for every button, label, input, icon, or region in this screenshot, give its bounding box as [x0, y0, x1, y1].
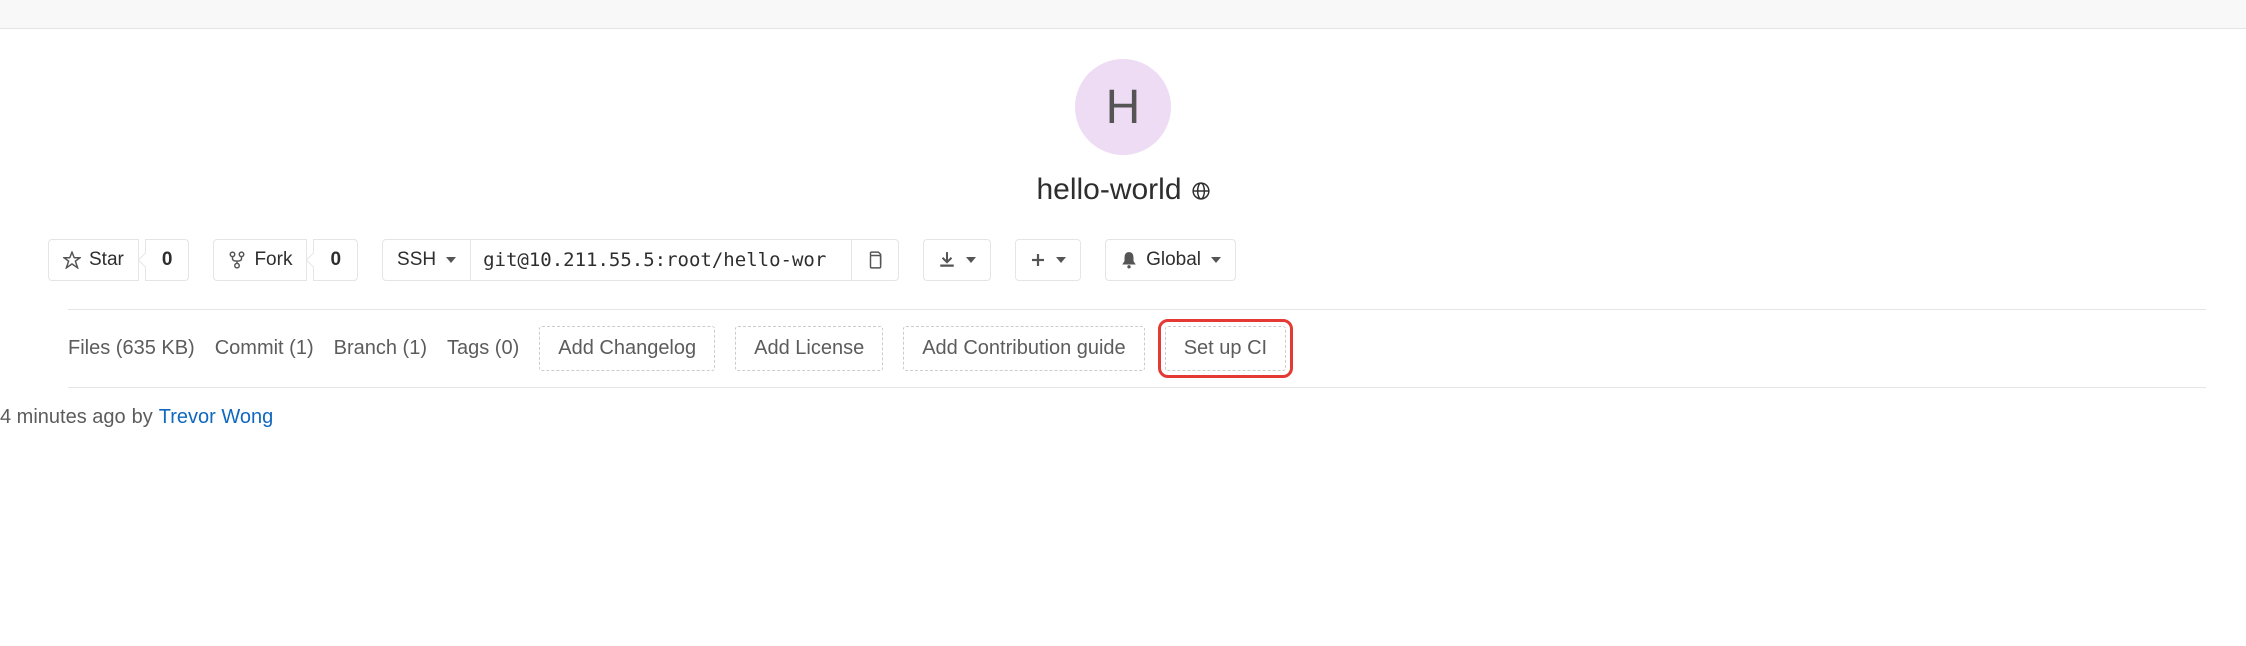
plus-icon: [1030, 249, 1046, 271]
fork-label: Fork: [254, 249, 292, 271]
add-contribution-guide-button[interactable]: Add Contribution guide: [903, 326, 1144, 371]
top-strip: [0, 0, 2246, 29]
stats-row: Files (635 KB) Commit (1) Branch (1) Tag…: [68, 309, 2206, 388]
project-title: hello-world: [1036, 173, 1181, 207]
caret-down-icon: [1056, 257, 1066, 263]
globe-icon: [1192, 180, 1210, 201]
bell-icon: [1120, 249, 1138, 271]
protocol-label: SSH: [397, 249, 436, 271]
setup-ci-button[interactable]: Set up CI: [1165, 326, 1286, 371]
commits-stat[interactable]: Commit (1): [215, 337, 314, 360]
project-header: H hello-world: [40, 29, 2206, 225]
clone-group: SSH: [382, 239, 899, 281]
branches-stat[interactable]: Branch (1): [334, 337, 427, 360]
star-button[interactable]: Star: [48, 239, 139, 281]
project-avatar: H: [1075, 59, 1171, 155]
actions-row: Star 0 Fork 0 SSH: [48, 225, 2206, 309]
project-title-row: hello-world: [1036, 173, 1209, 207]
copy-icon: [866, 249, 884, 271]
files-stat[interactable]: Files (635 KB): [68, 337, 195, 360]
protocol-dropdown[interactable]: SSH: [382, 239, 471, 281]
fork-group: Fork 0: [213, 239, 358, 281]
download-button[interactable]: [923, 239, 991, 281]
main-container: H hello-world Star 0: [0, 29, 2246, 437]
fork-icon: [228, 249, 246, 271]
caret-down-icon: [1211, 257, 1221, 263]
tags-stat[interactable]: Tags (0): [447, 337, 519, 360]
commit-time: 4 minutes ago: [0, 406, 126, 429]
star-count[interactable]: 0: [145, 239, 190, 281]
fork-button[interactable]: Fork: [213, 239, 307, 281]
star-label: Star: [89, 249, 124, 271]
notification-button[interactable]: Global: [1105, 239, 1236, 281]
star-icon: [63, 249, 81, 271]
star-group: Star 0: [48, 239, 189, 281]
clone-url-input[interactable]: [471, 239, 851, 281]
by-text: by: [132, 406, 153, 429]
notification-label: Global: [1146, 249, 1201, 271]
caret-down-icon: [966, 257, 976, 263]
download-icon: [938, 249, 956, 271]
download-group: [923, 239, 991, 281]
commit-author[interactable]: Trevor Wong: [159, 406, 273, 429]
add-license-button[interactable]: Add License: [735, 326, 883, 371]
fork-count[interactable]: 0: [313, 239, 358, 281]
last-commit-row: 4 minutes ago by Trevor Wong: [0, 388, 2206, 437]
caret-down-icon: [446, 257, 456, 263]
notification-group: Global: [1105, 239, 1236, 281]
avatar-letter: H: [1106, 80, 1141, 135]
copy-url-button[interactable]: [851, 239, 899, 281]
add-changelog-button[interactable]: Add Changelog: [539, 326, 715, 371]
add-button[interactable]: [1015, 239, 1081, 281]
add-group: [1015, 239, 1081, 281]
